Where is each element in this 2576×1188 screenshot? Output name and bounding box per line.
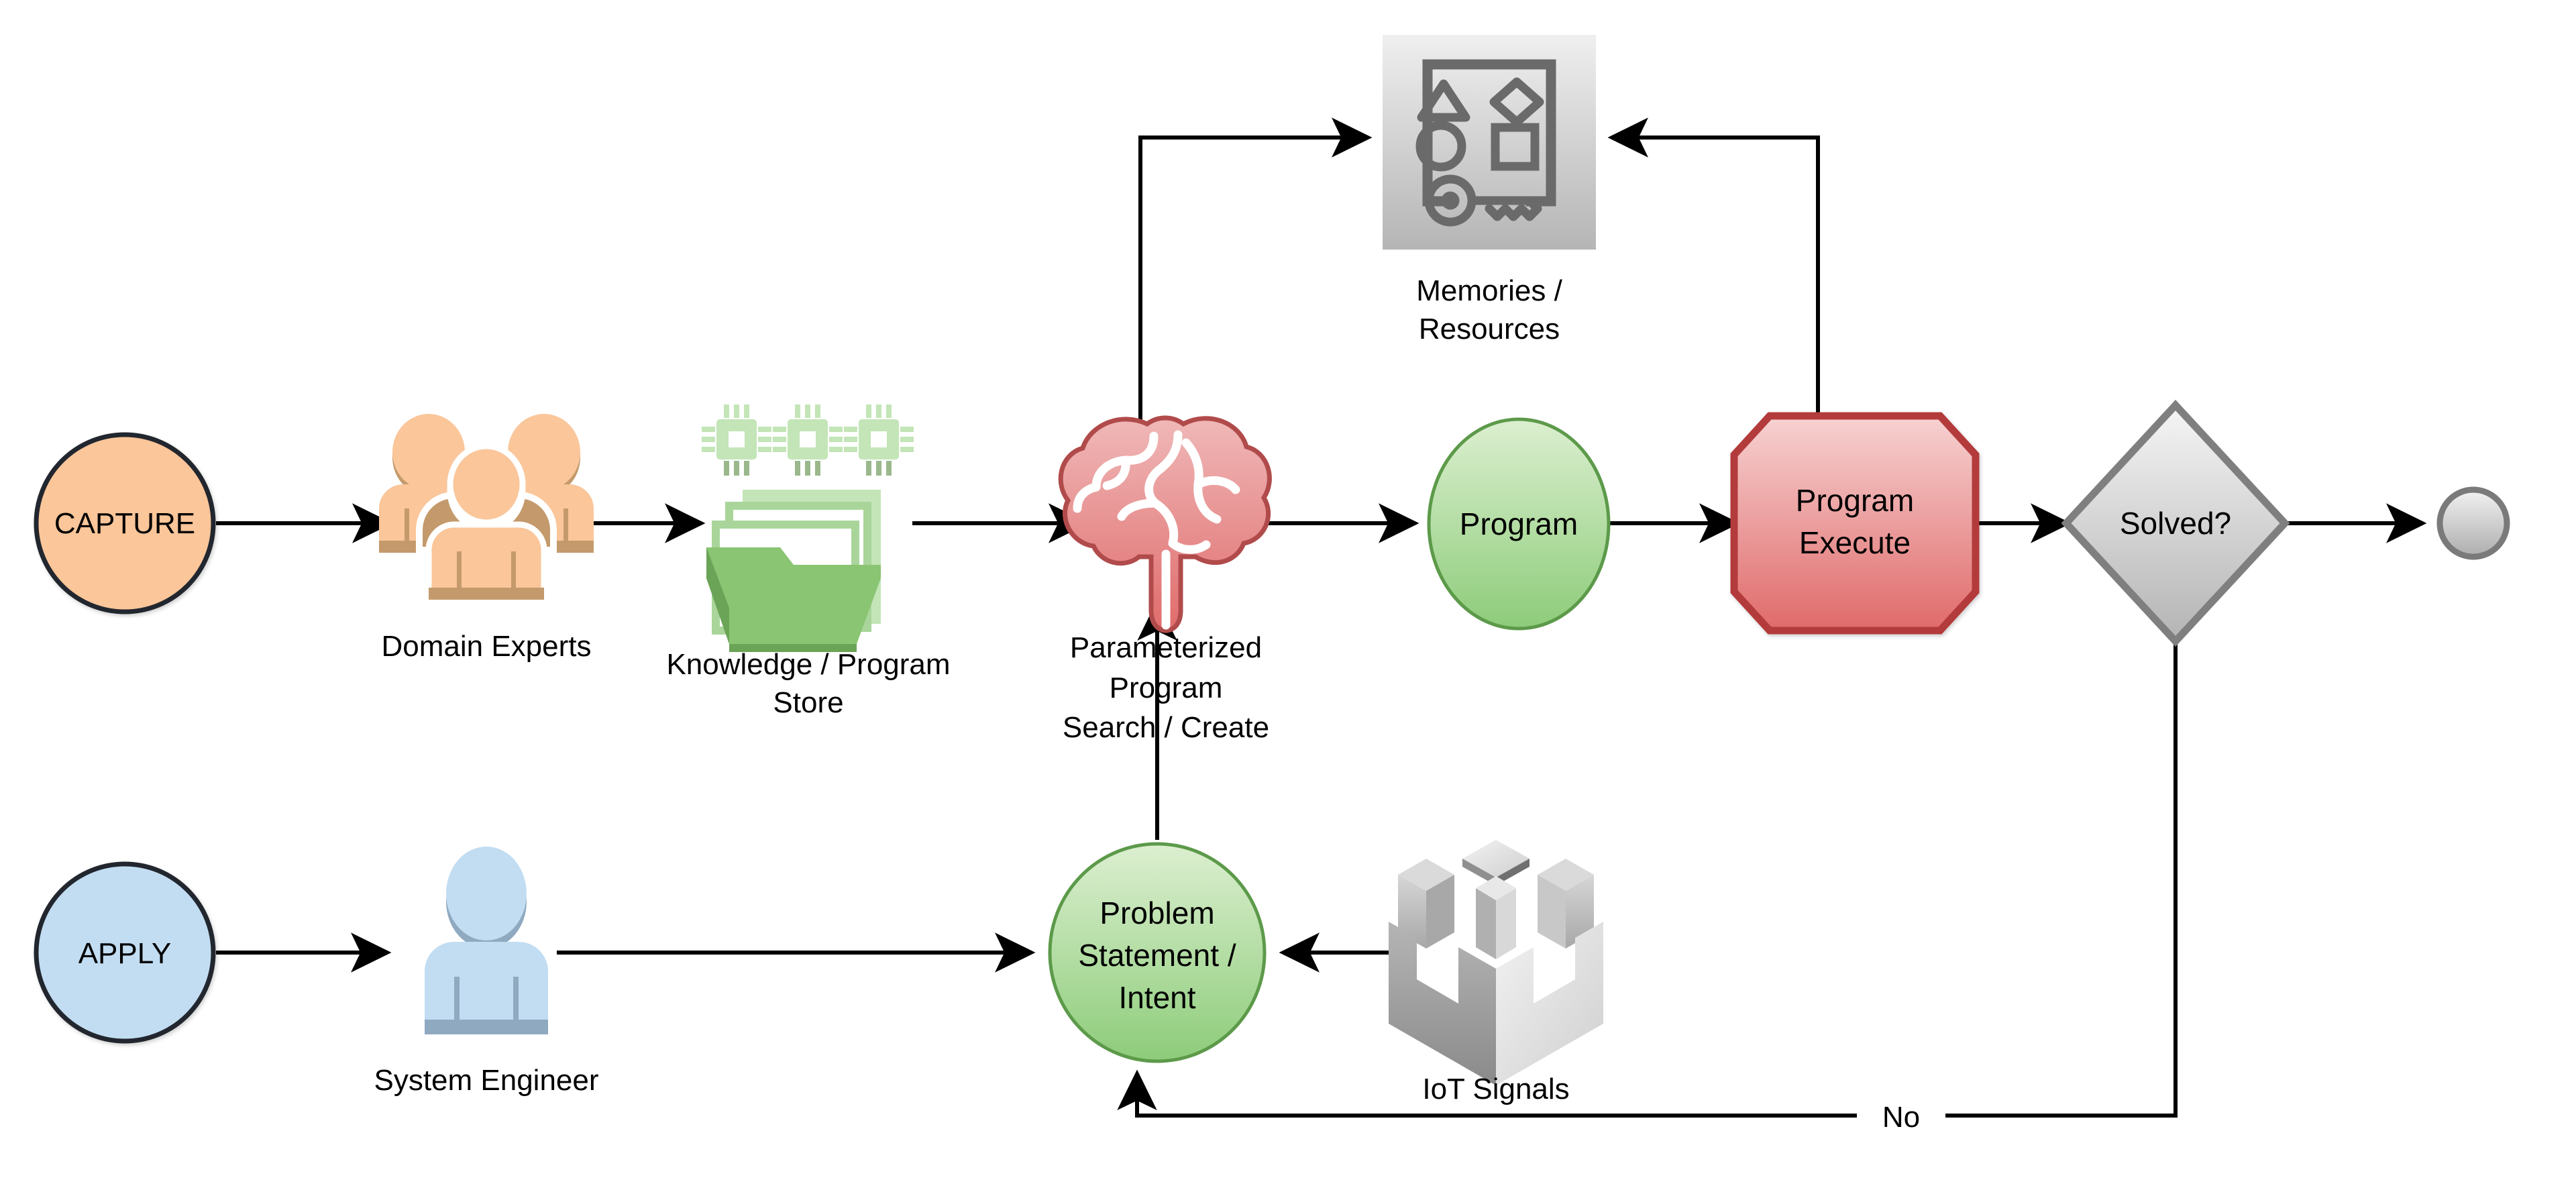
edge-execute-to-memories <box>1607 117 1820 416</box>
solved-label: Solved? <box>2120 506 2231 541</box>
domain-experts-group[interactable]: Domain Experts <box>379 414 594 663</box>
edge-solved-no-to-problem <box>1945 604 2178 1118</box>
node-program[interactable]: Program <box>1427 417 1611 631</box>
program-execute-label-line2: Execute <box>1799 525 1911 560</box>
knowledge-store-caption-line2: Store <box>773 686 843 719</box>
brain-caption-line3: Search / Create <box>1063 711 1269 744</box>
node-capture[interactable]: CAPTURE <box>34 432 216 614</box>
node-program-execute[interactable]: Program Execute <box>1730 412 1980 635</box>
iot-cube-icon <box>1389 840 1603 1085</box>
edge-label-no-group: No <box>1857 1095 1945 1136</box>
memories-caption-line1: Memories / <box>1416 274 1562 307</box>
apply-label: APPLY <box>78 937 172 970</box>
knowledge-store-caption-line1: Knowledge / Program <box>666 648 950 681</box>
brain-caption-line1: Parameterized <box>1070 631 1262 664</box>
problem-statement-label-line1: Problem <box>1099 896 1214 930</box>
program-execute-label-line1: Program <box>1796 483 1914 518</box>
brain-caption-line2: Program <box>1110 671 1223 704</box>
knowledge-store-group[interactable]: Knowledge / Program Store <box>666 404 951 719</box>
problem-statement-label-line2: Statement / <box>1078 938 1236 973</box>
problem-statement-label-line3: Intent <box>1118 980 1195 1015</box>
domain-experts-caption: Domain Experts <box>381 630 591 663</box>
program-execute-octagon[interactable] <box>1730 412 1980 635</box>
system-engineer-caption: System Engineer <box>374 1064 598 1097</box>
folder-documents-icon <box>706 490 881 652</box>
system-engineer-group[interactable]: System Engineer <box>374 847 599 1097</box>
brain-group[interactable]: Parameterized Program Search / Create <box>1058 415 1272 744</box>
flowchart-svg: No CAPTURE Domain Experts Knowledge / Pr… <box>34 35 2510 1136</box>
diagram-canvas: No CAPTURE Domain Experts Knowledge / Pr… <box>0 0 2576 1188</box>
brain-icon <box>1058 415 1272 633</box>
program-label: Program <box>1460 506 1578 541</box>
node-apply[interactable]: APPLY <box>34 861 216 1044</box>
microchip-icon <box>702 404 914 476</box>
node-solved[interactable]: Solved? <box>2061 399 2290 647</box>
person-icon <box>425 847 548 1034</box>
end-circle[interactable] <box>2436 486 2510 560</box>
edge-label-no: No <box>1882 1101 1920 1134</box>
memories-resources-group[interactable]: Memories / Resources <box>1383 35 1596 345</box>
capture-label: CAPTURE <box>54 507 195 540</box>
memories-caption-line2: Resources <box>1419 313 1560 345</box>
people-group-icon <box>379 414 594 602</box>
iot-signals-caption: IoT Signals <box>1422 1073 1569 1105</box>
iot-signals-group[interactable]: IoT Signals <box>1389 840 1603 1105</box>
node-end[interactable] <box>2436 486 2510 560</box>
node-problem-statement[interactable]: Problem Statement / Intent <box>1048 842 1267 1063</box>
